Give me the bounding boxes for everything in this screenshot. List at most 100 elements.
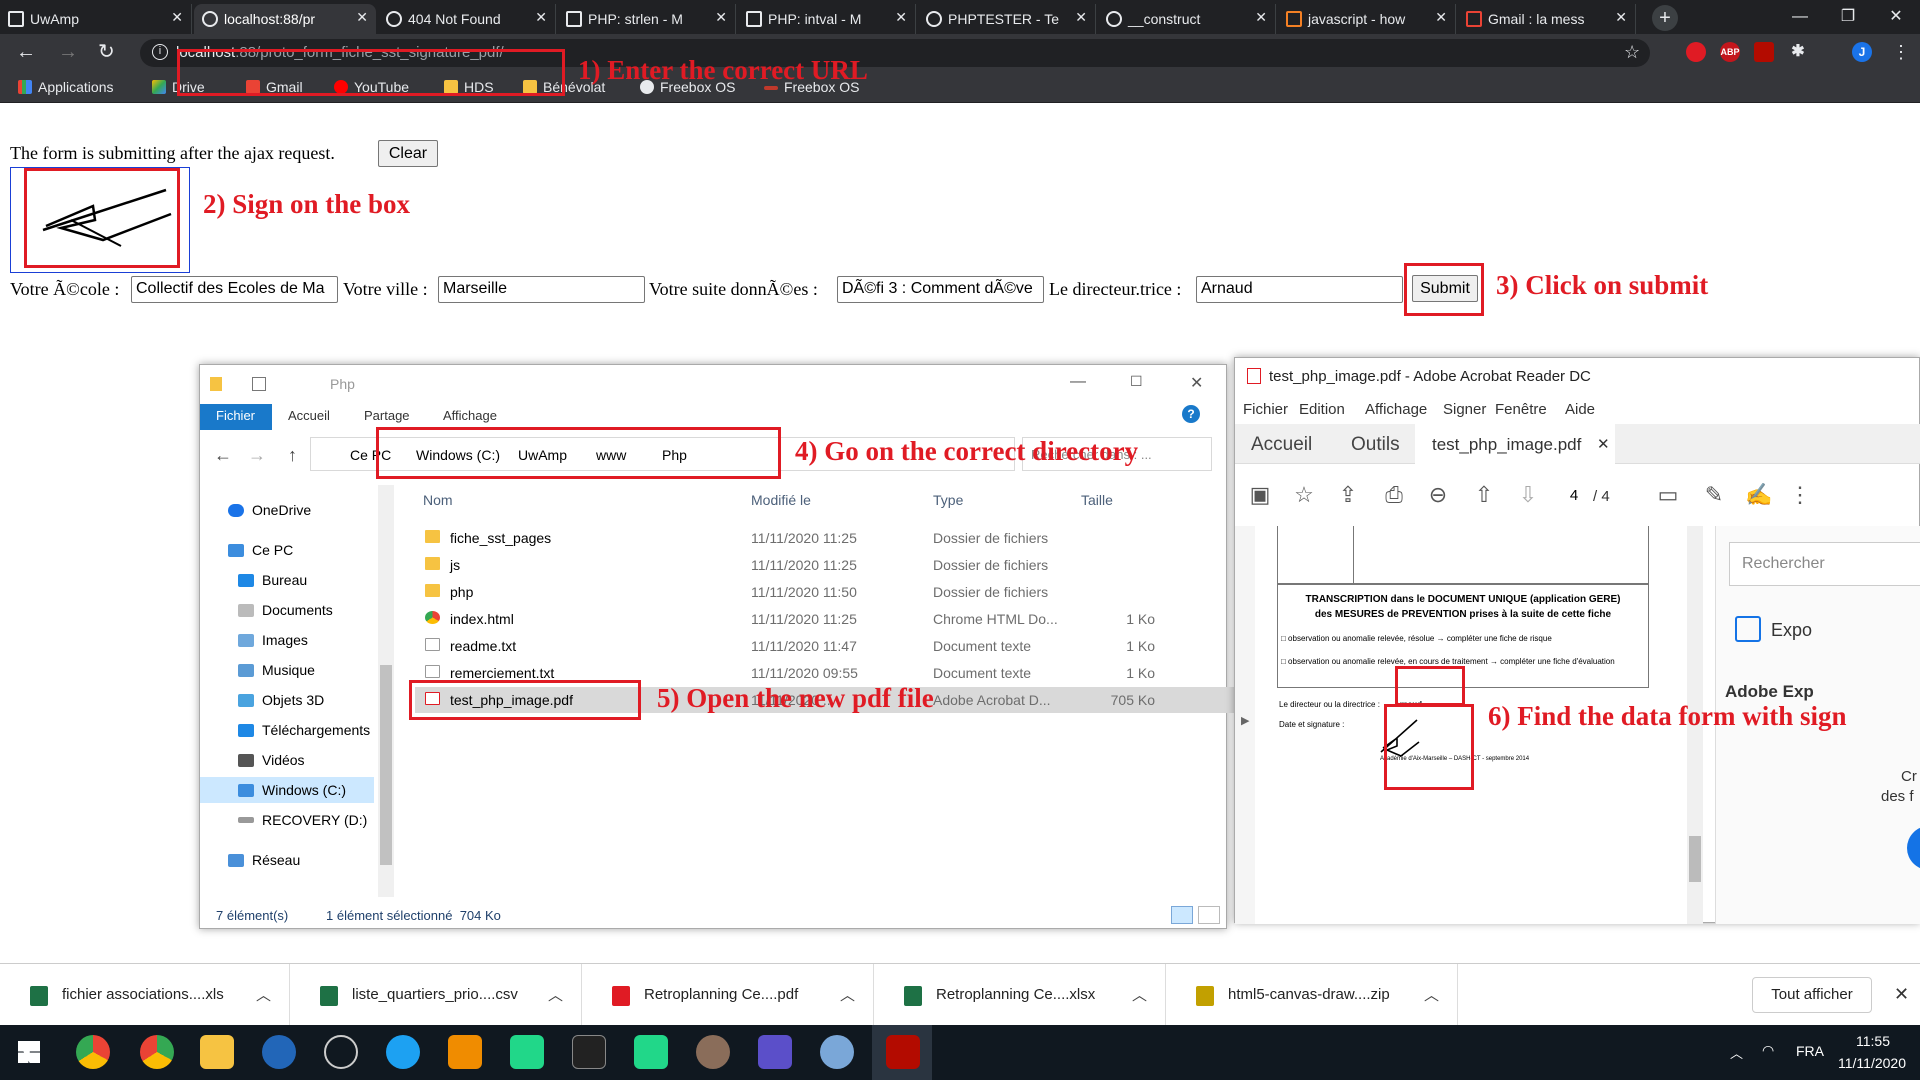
export-pdf-icon[interactable] xyxy=(1735,616,1761,642)
nav-musique[interactable]: Musique xyxy=(238,662,315,678)
tools-icon[interactable]: ⋮ xyxy=(1787,482,1813,508)
print-icon[interactable]: ⎙ xyxy=(1381,482,1407,508)
tab-javascript[interactable]: javascript - how ✕ xyxy=(1278,4,1456,34)
tab-accueil[interactable]: Accueil xyxy=(288,408,330,423)
terminal-icon[interactable] xyxy=(572,1035,606,1069)
tab-php-strlen[interactable]: PHP: strlen - M ✕ xyxy=(558,4,736,34)
highlight-icon[interactable]: ✎ xyxy=(1701,482,1727,508)
ville-input[interactable]: Marseille xyxy=(438,276,645,303)
column-header-name[interactable]: Nom xyxy=(423,492,453,508)
export-pdf-label[interactable]: Expo xyxy=(1771,620,1812,641)
acrobat-icon[interactable] xyxy=(886,1035,920,1069)
download-item[interactable]: liste_quartiers_prio....csv ︿ xyxy=(290,964,582,1026)
wifi-icon[interactable]: ◠ xyxy=(1762,1042,1774,1059)
file-row[interactable]: php 11/11/2020 11:50 Dossier de fichiers xyxy=(415,579,1360,605)
app-icon[interactable] xyxy=(324,1035,358,1069)
windows-start-icon[interactable] xyxy=(18,1041,40,1063)
download-item[interactable]: fichier associations....xls ︿ xyxy=(0,964,290,1026)
help-icon[interactable]: ? xyxy=(1182,405,1200,423)
minimize-button[interactable]: — xyxy=(1776,0,1824,34)
sign-icon[interactable]: ✍ xyxy=(1745,482,1772,508)
close-icon[interactable]: ✕ xyxy=(356,9,368,26)
file-row[interactable]: index.html 11/11/2020 11:25 Chrome HTML Do… xyxy=(415,606,1360,632)
nav-images[interactable]: Images xyxy=(238,632,308,648)
chrome-icon[interactable] xyxy=(76,1035,110,1069)
minimize-button[interactable]: — xyxy=(1070,373,1086,391)
menu-aide[interactable]: Aide xyxy=(1565,401,1595,418)
column-header-size[interactable]: Taille xyxy=(1081,492,1113,508)
nav-telechargements[interactable]: Téléchargements xyxy=(238,722,370,738)
download-item[interactable]: Retroplanning Ce....pdf ︿ xyxy=(582,964,874,1026)
close-icon[interactable]: ✕ xyxy=(895,9,907,26)
close-icon[interactable]: ✕ xyxy=(1615,9,1627,26)
tab-php-intval[interactable]: PHP: intval - M ✕ xyxy=(738,4,916,34)
paint-icon[interactable] xyxy=(820,1035,854,1069)
chevron-up-icon[interactable]: ︿ xyxy=(1424,984,1439,1005)
tab-accueil[interactable]: Accueil xyxy=(1251,434,1312,456)
star-icon[interactable]: ☆ xyxy=(1291,482,1317,508)
clock-time[interactable]: 11:55 xyxy=(1856,1033,1890,1049)
cloud-upload-icon[interactable]: ⇪ xyxy=(1335,482,1361,508)
chevron-up-icon[interactable]: ︿ xyxy=(840,984,855,1005)
chevron-up-icon[interactable]: ︿ xyxy=(1730,1043,1743,1062)
tab-phptester[interactable]: PHPTESTER - Te ✕ xyxy=(918,4,1096,34)
menu-fenetre[interactable]: Fenêtre xyxy=(1495,401,1547,418)
close-icon[interactable]: ✕ xyxy=(535,9,547,26)
close-icon[interactable]: ✕ xyxy=(1894,984,1909,1005)
suite-input[interactable]: DÃ©fi 3 : Comment dÃ©ve xyxy=(837,276,1044,303)
nav-ce-pc[interactable]: Ce PC xyxy=(228,542,293,558)
comment-icon[interactable]: ▭ xyxy=(1655,482,1681,508)
directeur-input[interactable]: Arnaud xyxy=(1196,276,1403,303)
file-row[interactable]: fiche_sst_pages 11/11/2020 11:25 Dossier d… xyxy=(415,525,1360,551)
nav-reseau[interactable]: Réseau xyxy=(228,852,300,868)
column-header-type[interactable]: Type xyxy=(933,492,963,508)
menu-edition[interactable]: Edition xyxy=(1299,401,1345,418)
tab-affichage[interactable]: Affichage xyxy=(443,408,497,423)
nav-bureau[interactable]: Bureau xyxy=(238,572,307,588)
new-tab-button[interactable]: + xyxy=(1652,5,1678,31)
chevron-right-icon[interactable]: ▶ xyxy=(1241,714,1249,727)
forward-arrow-icon[interactable]: → xyxy=(58,42,78,62)
star-icon[interactable]: ☆ xyxy=(1624,42,1640,63)
nav-objets-3d[interactable]: Objets 3D xyxy=(238,692,324,708)
chevron-up-icon[interactable]: ︿ xyxy=(1132,984,1147,1005)
close-icon[interactable]: ✕ xyxy=(1435,9,1447,26)
tab-partage[interactable]: Partage xyxy=(364,408,410,423)
details-view-icon[interactable] xyxy=(1171,906,1193,924)
nav-scrollbar-thumb[interactable] xyxy=(380,665,392,865)
acrobat-extension-icon[interactable] xyxy=(1754,42,1774,62)
nav-windows-c[interactable]: Windows (C:) xyxy=(238,782,346,798)
up-arrow-icon[interactable]: ↑ xyxy=(288,445,297,466)
chrome-profile-icon[interactable] xyxy=(140,1035,174,1069)
pycharm-icon[interactable] xyxy=(510,1035,544,1069)
right-search-input[interactable]: Rechercher xyxy=(1729,542,1920,586)
reload-icon[interactable]: ↻ xyxy=(98,42,115,62)
chevron-up-icon[interactable]: ︿ xyxy=(548,984,563,1005)
puzzle-icon[interactable]: ✱ xyxy=(1788,42,1808,62)
info-icon[interactable]: i xyxy=(152,44,168,60)
back-arrow-icon[interactable]: ← xyxy=(214,445,232,466)
close-icon[interactable]: ✕ xyxy=(1255,9,1267,26)
sublime-text-icon[interactable] xyxy=(448,1035,482,1069)
back-arrow-icon[interactable]: ← xyxy=(16,42,36,62)
page-number-input[interactable]: 4 xyxy=(1561,484,1587,508)
close-window-button[interactable]: ✕ xyxy=(1872,0,1920,34)
close-button[interactable]: ✕ xyxy=(1190,373,1203,393)
tab-construct[interactable]: __construct ✕ xyxy=(1098,4,1276,34)
tab-404[interactable]: 404 Not Found ✕ xyxy=(378,4,556,34)
bookmark-applications[interactable]: Applications xyxy=(18,79,114,95)
tab-uwamp[interactable]: UwAmp ✕ xyxy=(0,4,192,34)
show-all-button[interactable]: Tout afficher xyxy=(1752,977,1872,1013)
ecole-input[interactable]: Collectif des Ecoles de Ma xyxy=(131,276,338,303)
clear-button[interactable]: Clear xyxy=(378,140,438,167)
extension-icon[interactable] xyxy=(1686,42,1706,62)
file-row[interactable]: readme.txt 11/11/2020 11:47 Document texte… xyxy=(415,633,1360,659)
nav-videos[interactable]: Vidéos xyxy=(238,752,305,768)
forward-arrow-icon[interactable]: → xyxy=(248,445,266,466)
tab-localhost[interactable]: localhost:88/pr ✕ xyxy=(194,4,376,34)
tab-gmail[interactable]: Gmail : la mess ✕ xyxy=(1458,4,1636,34)
tab-outils[interactable]: Outils xyxy=(1351,434,1400,456)
download-item[interactable]: Retroplanning Ce....xlsx ︿ xyxy=(874,964,1166,1026)
close-icon[interactable]: ✕ xyxy=(715,9,727,26)
menu-signer[interactable]: Signer xyxy=(1443,401,1486,418)
